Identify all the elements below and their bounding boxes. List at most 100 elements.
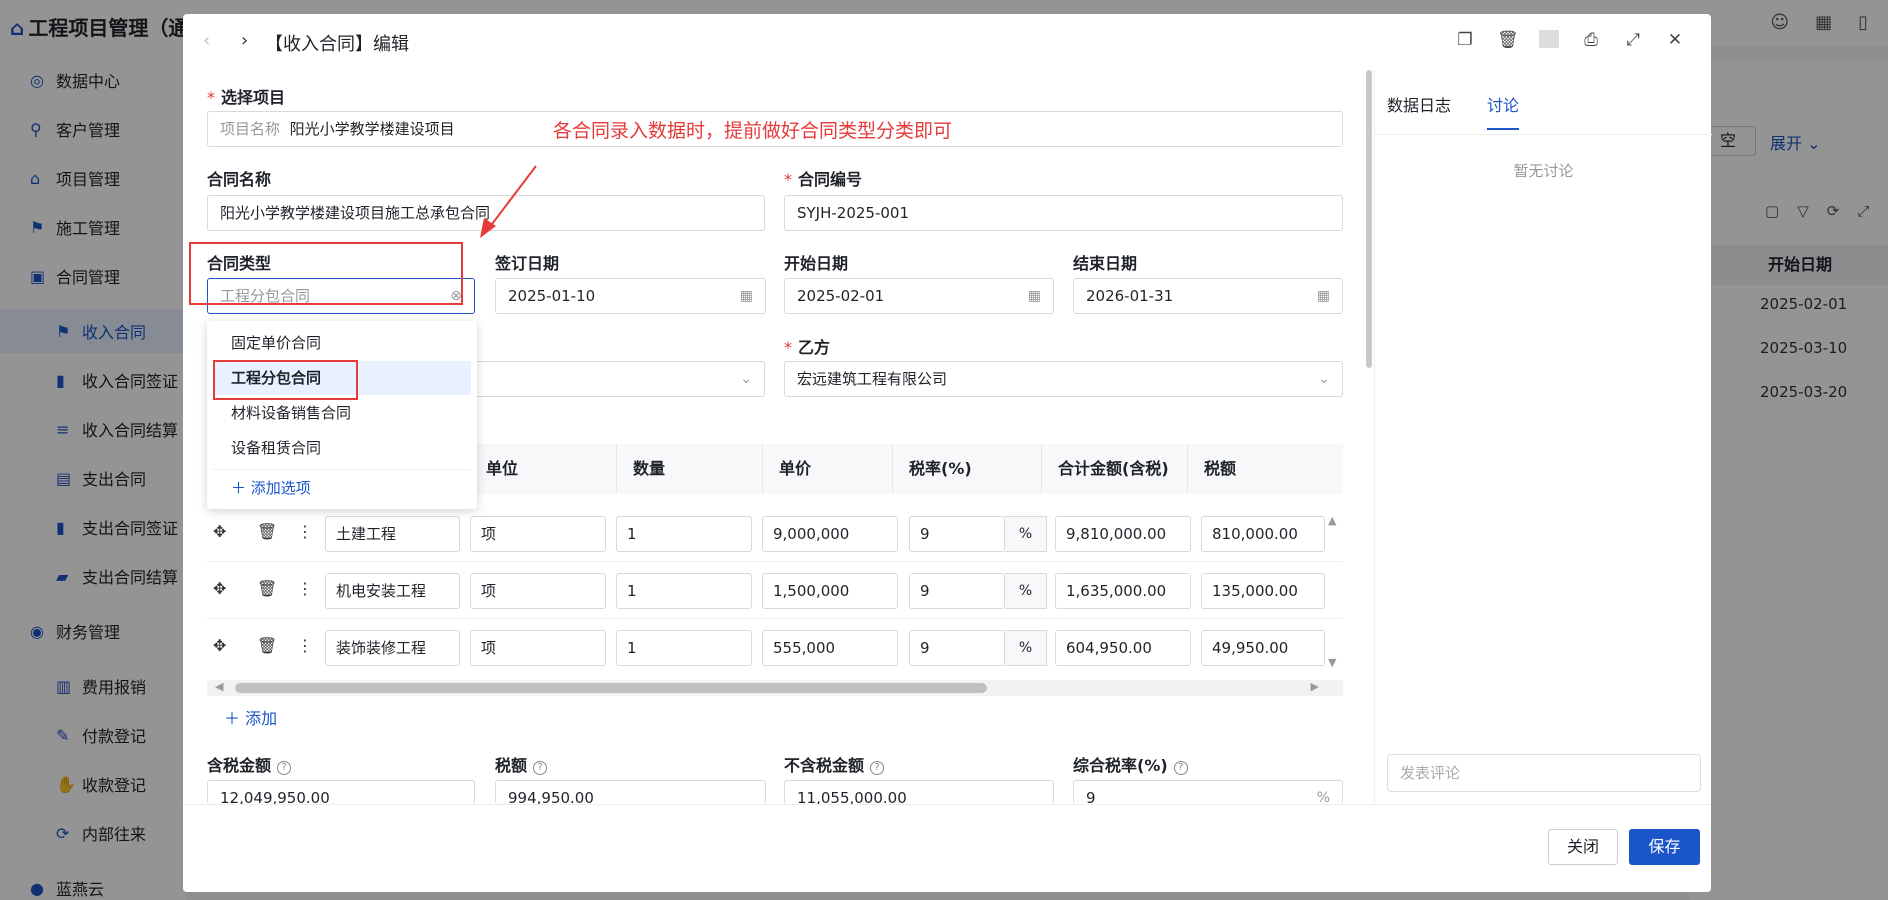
help-icon[interactable]: ? xyxy=(533,761,548,775)
tax-input[interactable]: 135,000.00 xyxy=(1201,573,1325,609)
highlight-box-option xyxy=(213,360,358,400)
close-icon[interactable]: ✕ xyxy=(1665,30,1685,50)
add-option-button[interactable]: ＋ 添加选项 xyxy=(213,469,471,505)
tax-input[interactable]: 49,950.00 xyxy=(1201,630,1325,666)
required-mark: * xyxy=(207,88,215,107)
help-icon[interactable]: ? xyxy=(1173,761,1188,775)
label-text: 含税金额 xyxy=(207,756,272,775)
calendar-icon[interactable]: ▦ xyxy=(740,279,753,313)
qty-input[interactable]: 1 xyxy=(616,630,752,666)
print-icon[interactable]: ⎙ xyxy=(1581,30,1601,50)
add-row-button[interactable]: ＋ 添加 xyxy=(224,705,277,729)
trash-icon[interactable]: 🗑 xyxy=(257,636,277,655)
drag-handle-icon[interactable]: ✥ xyxy=(213,579,226,598)
more-icon[interactable]: ⋮ xyxy=(297,579,313,598)
rate-input[interactable]: 9 xyxy=(909,573,1005,609)
item-name-input[interactable]: 装饰装修工程 xyxy=(325,630,460,666)
copy-icon[interactable]: ❐ xyxy=(1455,30,1475,50)
tab-divider xyxy=(1375,134,1712,135)
project-name-value: 阳光小学教学楼建设项目 xyxy=(289,120,455,138)
help-icon[interactable]: ? xyxy=(277,761,292,775)
calendar-icon[interactable]: ▦ xyxy=(1028,279,1041,313)
tab-data-log[interactable]: 数据日志 xyxy=(1387,92,1451,116)
add-option-label: 添加选项 xyxy=(250,479,311,497)
percent-suffix: % xyxy=(1316,790,1330,804)
sign-date-input[interactable]: 2025-01-10 ▦ xyxy=(495,278,766,314)
help-icon[interactable]: ? xyxy=(870,761,885,775)
start-date-input[interactable]: 2025-02-01 ▦ xyxy=(784,278,1054,314)
add-row-label: 添加 xyxy=(245,709,278,728)
modal-header: ‹ › 【收入合同】编辑 ❐ 🗑 ⎙ ⤢ ✕ xyxy=(183,14,1711,70)
calendar-icon[interactable]: ▦ xyxy=(1317,279,1330,313)
unit-input[interactable]: 项 xyxy=(470,573,606,609)
total-input[interactable]: 9,810,000.00 xyxy=(1055,516,1191,552)
party-b-select[interactable]: 宏远建筑工程有限公司 ⌄ xyxy=(784,361,1343,397)
comment-input[interactable]: 发表评论 xyxy=(1387,754,1701,792)
more-icon[interactable]: ⋮ xyxy=(297,522,313,541)
trash-icon[interactable]: 🗑 xyxy=(257,579,277,598)
qty-input[interactable]: 1 xyxy=(616,516,752,552)
table-horizontal-scrollbar[interactable]: ◀ ▶ xyxy=(207,680,1343,696)
tax-amount-input[interactable]: 994,950.00 xyxy=(495,780,766,804)
label-text: 签订日期 xyxy=(495,254,560,273)
tab-discussion[interactable]: 讨论 xyxy=(1487,92,1520,130)
scroll-right-icon[interactable]: ▶ xyxy=(1311,680,1319,693)
item-name-input[interactable]: 土建工程 xyxy=(325,516,460,552)
untaxed-amount-input[interactable]: 11,055,000.00 xyxy=(784,780,1054,804)
plus-icon: ＋ xyxy=(231,479,247,497)
percent-suffix: % xyxy=(1005,516,1047,552)
taxed-amount-input[interactable]: 12,049,950.00 xyxy=(207,780,475,804)
price-input[interactable]: 1,500,000 xyxy=(762,573,898,609)
unit-input[interactable]: 项 xyxy=(470,516,606,552)
chevron-right-icon[interactable]: › xyxy=(241,30,248,51)
scroll-down-icon[interactable]: ▼ xyxy=(1328,656,1336,669)
rate-input[interactable]: 9 xyxy=(909,516,1005,552)
table-row: ✥ 🗑 ⋮ 机电安装工程 项 1 1,500,000 9 % 1,635,000… xyxy=(207,563,1343,619)
drag-handle-icon[interactable]: ✥ xyxy=(213,636,226,655)
end-date-input[interactable]: 2026-01-31 ▦ xyxy=(1073,278,1343,314)
qty-input[interactable]: 1 xyxy=(616,573,752,609)
price-input[interactable]: 555,000 xyxy=(762,630,898,666)
item-name-input[interactable]: 机电安装工程 xyxy=(325,573,460,609)
column-header-total: 合计金额(含税) xyxy=(1042,444,1188,494)
modal-title: 【收入合同】编辑 xyxy=(265,34,409,55)
taxed-amount-label: 含税金额? xyxy=(207,752,292,776)
scroll-thumb[interactable] xyxy=(1366,70,1372,368)
save-button[interactable]: 保存 xyxy=(1629,829,1700,865)
unit-input[interactable]: 项 xyxy=(470,630,606,666)
end-date-value: 2026-01-31 xyxy=(1086,287,1174,305)
untaxed-amount-label: 不含税金额? xyxy=(784,752,885,776)
party-b-label: * 乙方 xyxy=(784,334,830,358)
column-header-qty: 数量 xyxy=(617,444,763,494)
column-header-rate: 税率(%) xyxy=(893,444,1042,494)
dropdown-option[interactable]: 材料设备销售合同 xyxy=(213,396,471,430)
chevron-left-icon[interactable]: ‹ xyxy=(203,30,210,51)
contract-no-input[interactable]: SYJH-2025-001 xyxy=(784,195,1343,231)
trash-icon[interactable]: 🗑 xyxy=(1497,30,1519,50)
close-button[interactable]: 关闭 xyxy=(1548,829,1618,865)
tax-input[interactable]: 810,000.00 xyxy=(1201,516,1325,552)
form-scrollbar[interactable] xyxy=(1365,70,1374,804)
more-icon[interactable]: ⋮ xyxy=(297,636,313,655)
label-text: 选择项目 xyxy=(221,88,286,107)
scroll-left-icon[interactable]: ◀ xyxy=(215,680,223,693)
scroll-thumb[interactable] xyxy=(235,683,987,693)
total-input[interactable]: 1,635,000.00 xyxy=(1055,573,1191,609)
label-text: 结束日期 xyxy=(1073,254,1138,273)
modal-header-actions: ❐ 🗑 ⎙ ⤢ ✕ xyxy=(1455,30,1685,50)
plus-icon: ＋ xyxy=(224,709,241,728)
table-vertical-scrollbar[interactable]: ▲ ▼ xyxy=(1326,514,1342,674)
scroll-up-icon[interactable]: ▲ xyxy=(1328,514,1336,527)
sign-date-label: 签订日期 xyxy=(495,250,559,274)
label-text: 开始日期 xyxy=(784,254,849,273)
price-input[interactable]: 9,000,000 xyxy=(762,516,898,552)
overall-rate-input[interactable]: 9% xyxy=(1073,780,1343,804)
dropdown-option[interactable]: 设备租赁合同 xyxy=(213,431,471,465)
party-a-select[interactable]: ⌄ xyxy=(470,361,765,397)
maximize-icon[interactable]: ⤢ xyxy=(1623,30,1643,50)
drag-handle-icon[interactable]: ✥ xyxy=(213,522,226,541)
rate-input[interactable]: 9 xyxy=(909,630,1005,666)
trash-icon[interactable]: 🗑 xyxy=(257,522,277,541)
dropdown-option[interactable]: 固定单价合同 xyxy=(213,326,471,360)
total-input[interactable]: 604,950.00 xyxy=(1055,630,1191,666)
